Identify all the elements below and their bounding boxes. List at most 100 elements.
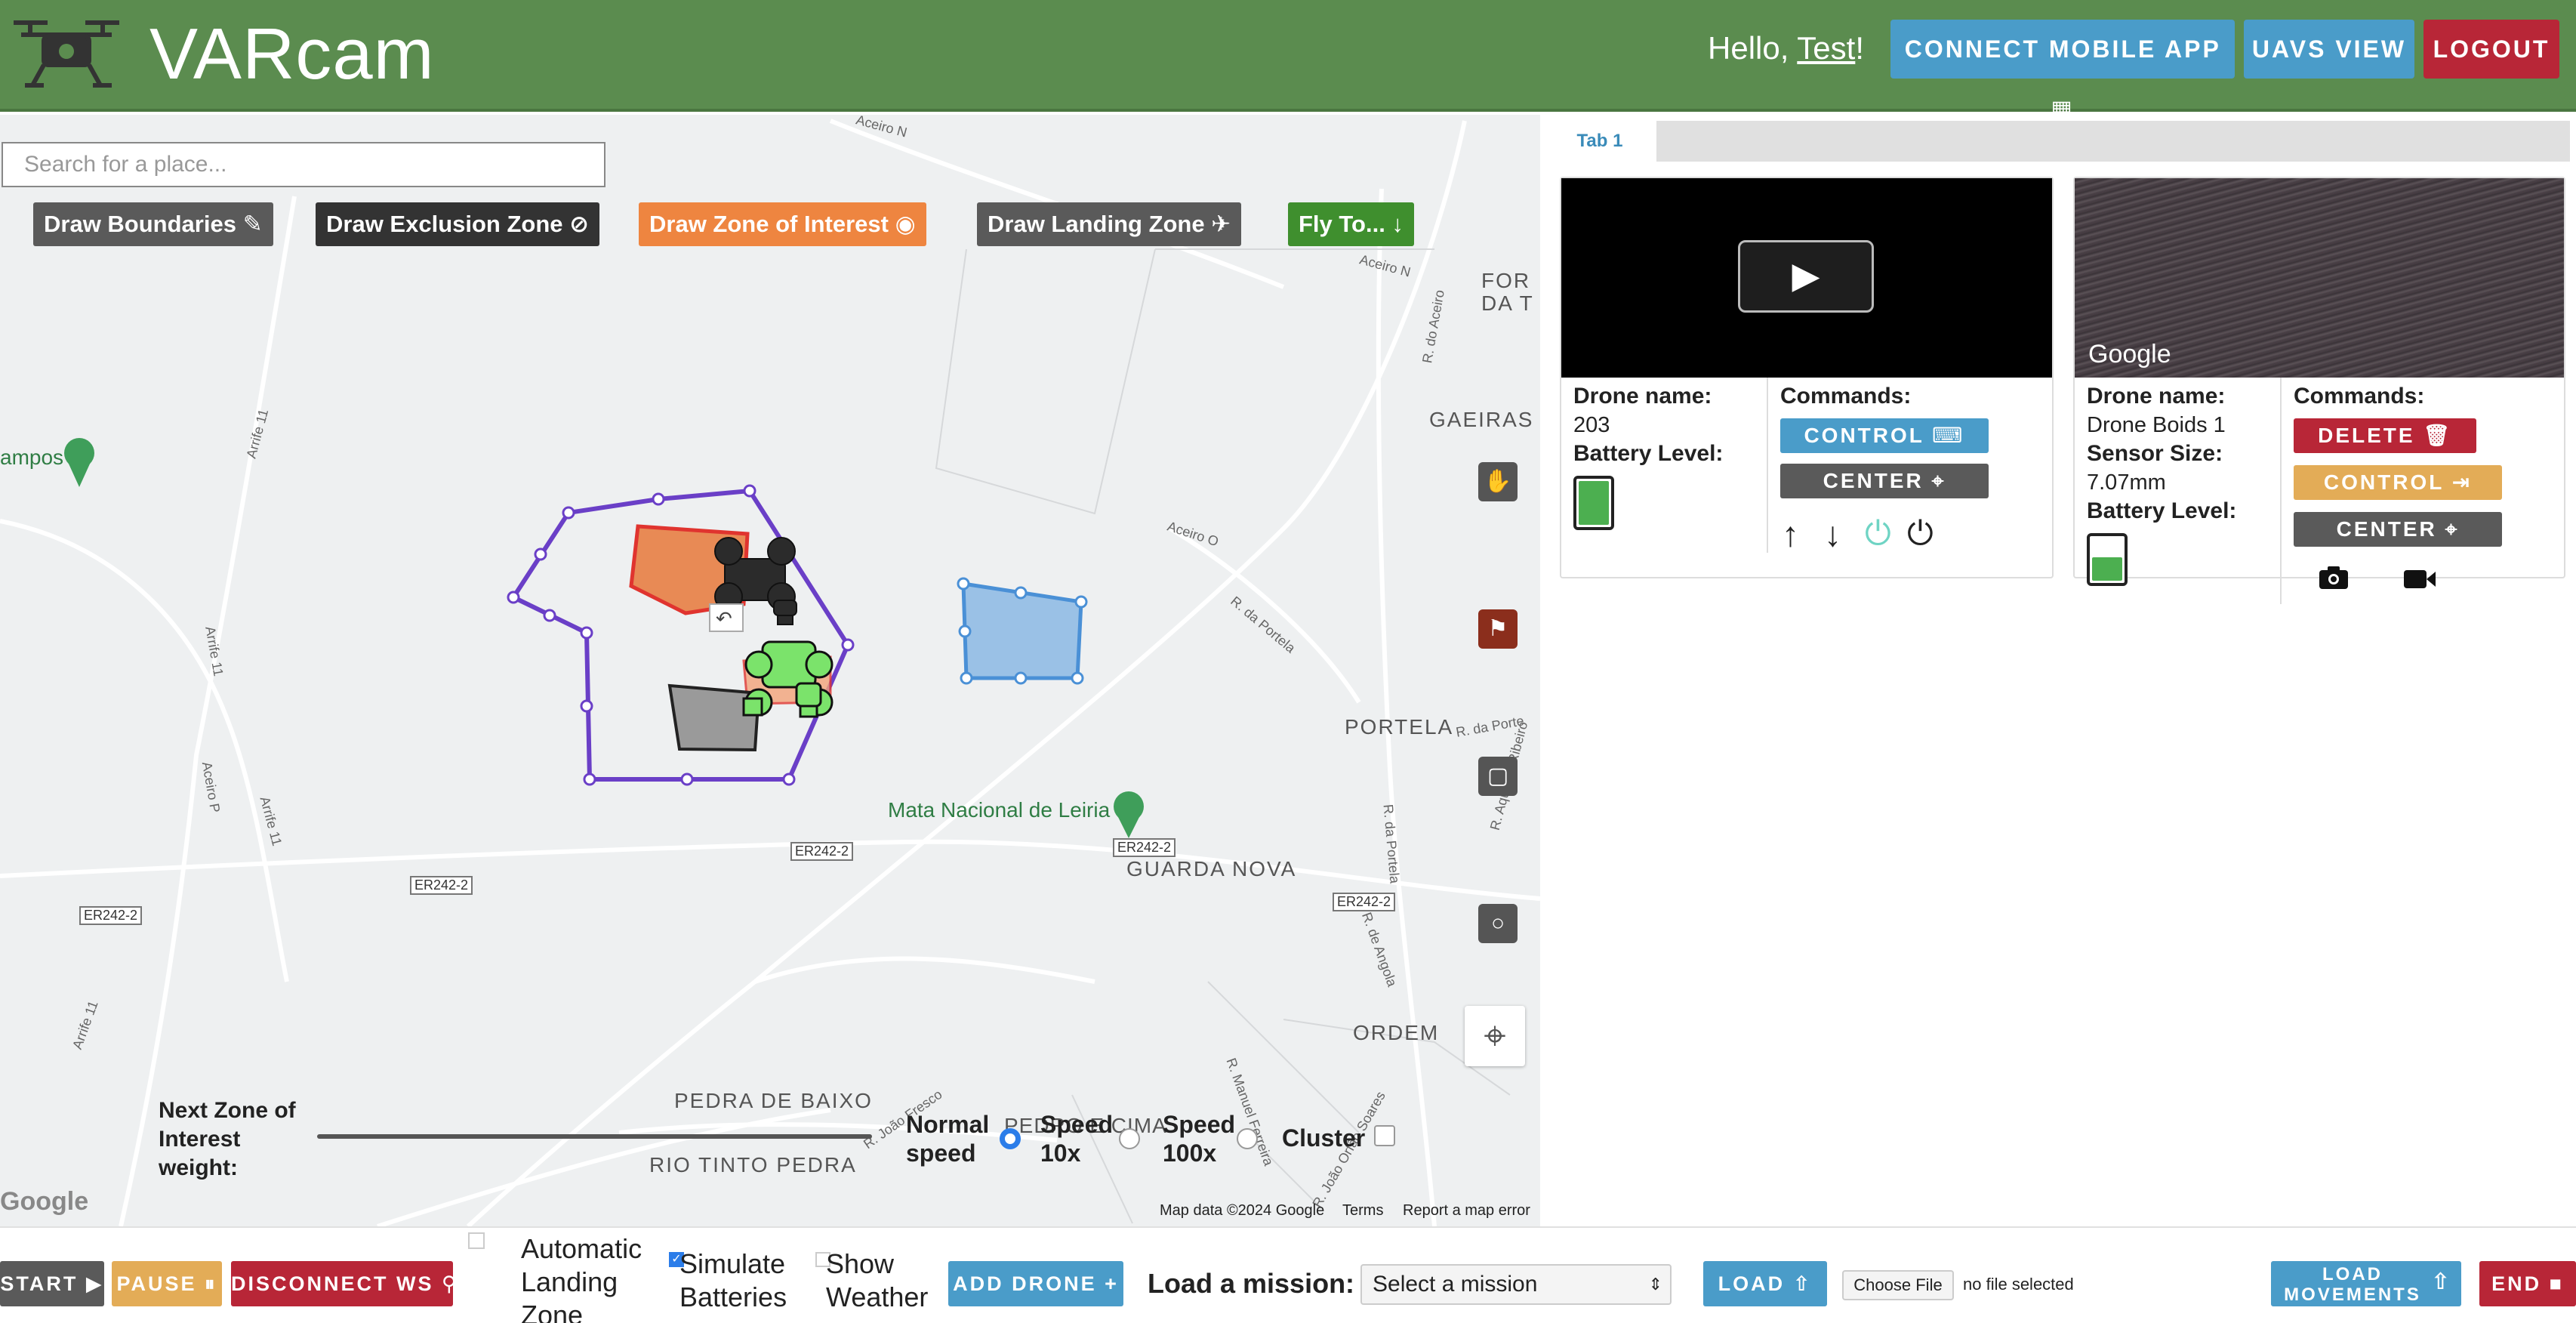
disconnect-ws-button[interactable]: DISCONNECT WS ⚲ <box>231 1261 457 1306</box>
user-link[interactable]: Test <box>1797 30 1855 66</box>
draw-interest-label: Draw Zone of Interest <box>649 211 889 237</box>
load-button[interactable]: LOAD ⇧ <box>1703 1261 1827 1306</box>
play-icon[interactable]: ▶ <box>1738 240 1874 313</box>
draw-rectangle-icon[interactable]: ▢ <box>1478 757 1518 796</box>
place-ordem: ORDEM <box>1353 1021 1440 1044</box>
load-movements-button[interactable]: LOAD MOVEMENTS ⇧ <box>2271 1261 2461 1306</box>
road-shield: ER242-2 <box>1113 838 1176 857</box>
end-label: END <box>2491 1272 2542 1295</box>
place-pedra-de-baixo: PEDRA DE BAIXO <box>674 1089 873 1112</box>
landing-zone <box>667 683 761 752</box>
my-location-icon[interactable]: ⌖ <box>1465 1006 1525 1066</box>
greeting: Hello, Test! <box>1708 27 1864 69</box>
google-logo: Google <box>0 1187 89 1216</box>
battery-level-label: Battery Level: <box>2087 498 2237 523</box>
next-zone-weight-slider[interactable] <box>317 1134 872 1139</box>
control-button[interactable]: CONTROL ⇥ <box>2294 465 2502 500</box>
card-divider <box>1767 378 1768 553</box>
park-pin-icon <box>64 438 94 487</box>
load-mission-label: Load a mission: <box>1148 1268 1355 1299</box>
control-label: CONTROL <box>2323 470 2444 494</box>
delete-button[interactable]: DELETE 🗑 <box>2294 418 2476 453</box>
svg-text:↶: ↶ <box>716 608 732 631</box>
place-gaeiras: GAEIRAS <box>1429 408 1534 431</box>
plane-landing-icon: ✈ <box>1211 211 1231 237</box>
crosshair-icon: ⌖ <box>2445 517 2460 541</box>
speed-10x-radio[interactable] <box>1119 1128 1140 1149</box>
tab-1[interactable]: Tab 1 <box>1543 121 1656 162</box>
pan-hand-icon[interactable]: ✋ <box>1478 462 1518 501</box>
video-camera-icon[interactable] <box>2402 568 2437 591</box>
terms-link[interactable]: Terms <box>1342 1202 1383 1220</box>
draw-exclusion-label: Draw Exclusion Zone <box>326 211 563 237</box>
pause-label: PAUSE <box>116 1272 197 1295</box>
center-button[interactable]: CENTER ⌖ <box>1780 464 1989 498</box>
cluster-checkbox[interactable] <box>1374 1125 1395 1146</box>
connect-mobile-app-button[interactable]: CONNECT MOBILE APP ▦ <box>1890 20 2235 122</box>
place-mata-nacional: Mata Nacional de Leiria <box>888 798 1111 822</box>
power-on-icon[interactable]: ⏻ <box>1865 515 1891 553</box>
center-button[interactable]: CENTER ⌖ <box>2294 512 2502 547</box>
road-shield: ER242-2 <box>790 842 854 861</box>
road-shield: ER242-2 <box>1333 893 1396 911</box>
logout-button[interactable]: LOGOUT <box>2423 20 2559 79</box>
mission-select[interactable]: Select a mission ⇕ <box>1360 1264 1672 1305</box>
load-label: LOAD <box>1718 1272 1786 1295</box>
fly-to-button[interactable]: Fly To... ↓ <box>1288 202 1414 246</box>
stop-icon: ■ <box>2549 1272 2564 1295</box>
pause-button[interactable]: PAUSE ⏸ <box>112 1261 222 1306</box>
greeting-prefix: Hello, <box>1708 30 1798 66</box>
end-button[interactable]: END ■ <box>2479 1261 2576 1306</box>
map-canvas[interactable]: ↶ GAEIRAS PORTELA GUARDA NOVA ORDEM PEDR… <box>0 115 1540 1226</box>
place-search-input[interactable]: Search for a place... <box>2 142 605 187</box>
draw-boundaries-label: Draw Boundaries <box>44 211 236 237</box>
camera-icon[interactable] <box>2318 565 2350 591</box>
uavs-view-button[interactable]: UAVS VIEW <box>2244 20 2414 79</box>
place-rio-tinto: RIO TINTO PEDRA <box>649 1153 857 1177</box>
delete-label: DELETE <box>2318 424 2415 447</box>
arrow-up-icon[interactable]: ↑ <box>1782 513 1799 554</box>
trash-icon: 🗑 <box>2423 424 2452 447</box>
start-button[interactable]: START ▶ <box>0 1261 104 1306</box>
cluster-label: Cluster <box>1282 1124 1366 1152</box>
draw-circle-icon[interactable]: ○ <box>1478 904 1518 943</box>
tab-bar <box>1543 121 2570 162</box>
add-drone-label: ADD DRONE <box>953 1272 1097 1295</box>
sensor-size-value: 7.07mm <box>2087 470 2166 495</box>
draw-exclusion-zone-button[interactable]: Draw Exclusion Zone ⊘ <box>316 202 600 246</box>
battery-level-label: Battery Level: <box>1573 441 1724 466</box>
speed-100x-label: Speed 100x <box>1163 1111 1236 1167</box>
plus-icon: + <box>1105 1272 1119 1295</box>
search-icon: ⚲ <box>442 1272 459 1295</box>
show-weather-label: Show Weather <box>826 1248 929 1312</box>
app-title: VARcam <box>149 14 435 94</box>
battery-icon <box>1573 476 1614 530</box>
upload-icon: ⇧ <box>1792 1272 1813 1295</box>
automatic-landing-zone-checkbox[interactable] <box>468 1232 485 1249</box>
select-arrows-icon: ⇕ <box>1648 1275 1662 1294</box>
control-button[interactable]: CONTROL ⌨ <box>1780 418 1989 453</box>
simulate-batteries-label: Simulate Batteries <box>679 1248 787 1312</box>
ban-icon: ⊘ <box>569 211 590 237</box>
normal-speed-radio[interactable] <box>1000 1128 1021 1149</box>
power-off-icon[interactable]: ⏻ <box>1907 515 1934 553</box>
add-drone-button[interactable]: ADD DRONE + <box>948 1261 1123 1306</box>
report-map-error-link[interactable]: Report a map error <box>1403 1202 1530 1220</box>
eye-icon: ◉ <box>895 211 916 237</box>
arrow-down-icon[interactable]: ↓ <box>1824 513 1841 554</box>
connect-label: CONNECT MOBILE APP <box>1904 35 2221 63</box>
fly-to-label: Fly To... <box>1299 211 1385 237</box>
draw-boundaries-button[interactable]: Draw Boundaries ✎ <box>33 202 273 246</box>
speed-100x-radio[interactable] <box>1237 1128 1258 1149</box>
gamepad-icon: ⌨ <box>1932 424 1965 447</box>
draw-zone-of-interest-button[interactable]: Draw Zone of Interest ◉ <box>639 202 926 246</box>
commands-label: Commands: <box>1780 384 1912 409</box>
choose-file-button[interactable]: Choose File <box>1842 1270 1954 1300</box>
draw-landing-zone-button[interactable]: Draw Landing Zone ✈ <box>977 202 1242 246</box>
drone-name-label: Drone name: <box>1573 384 1712 409</box>
flag-marker-icon[interactable]: ⚑ <box>1478 609 1518 649</box>
automatic-landing-zone-label: Automatic Landing Zone <box>521 1233 642 1323</box>
battery-fill <box>1579 481 1609 525</box>
commands-label: Commands: <box>2294 384 2425 409</box>
drone-name-value: Drone Boids 1 <box>2087 413 2226 437</box>
